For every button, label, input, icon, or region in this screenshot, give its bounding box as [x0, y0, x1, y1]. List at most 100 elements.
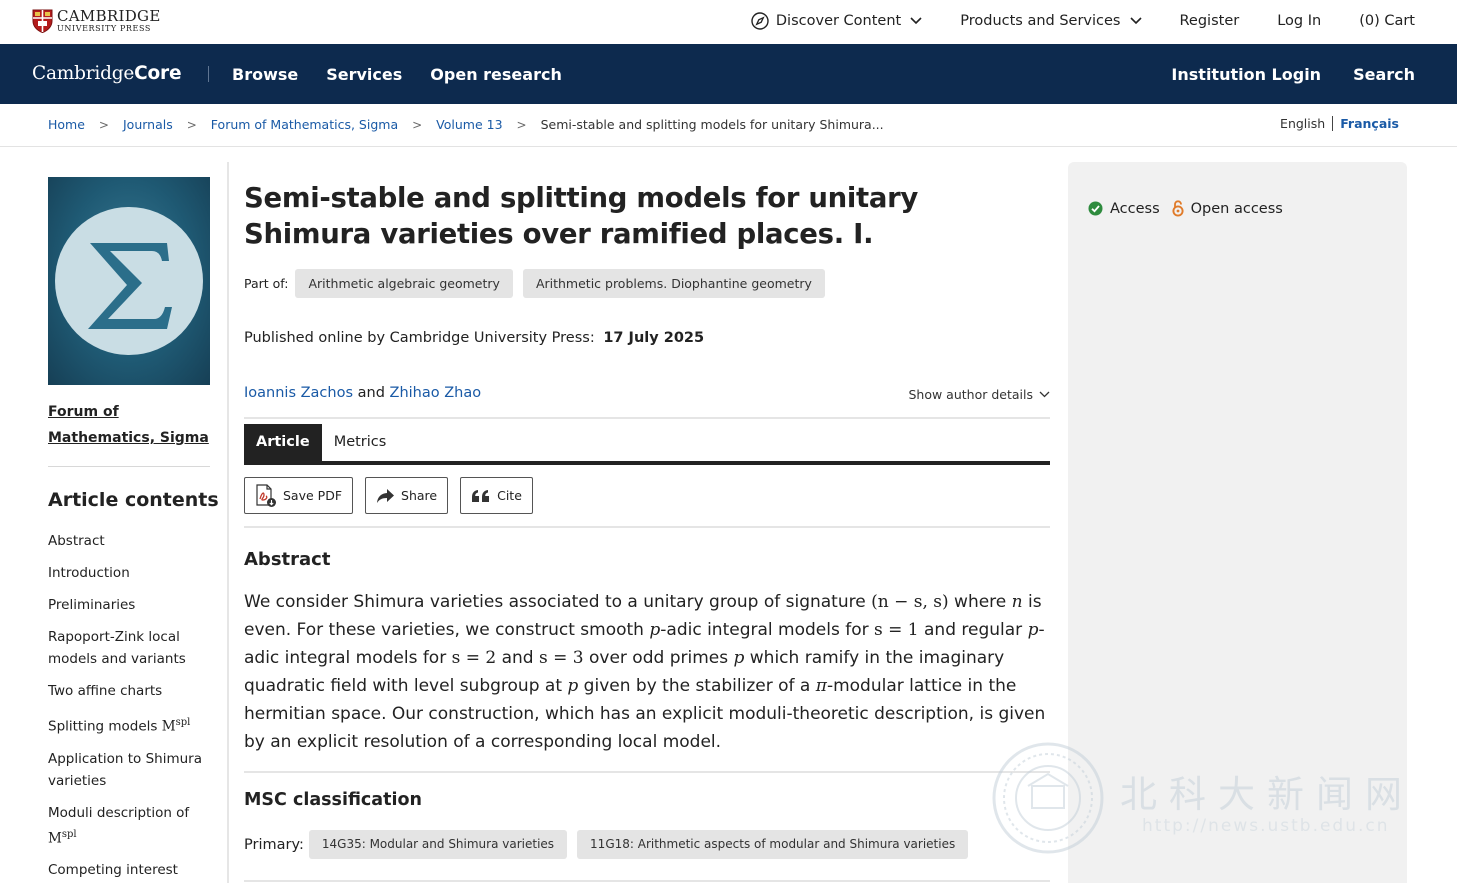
abstract-text: We consider Shimura varieties associated… [244, 588, 1050, 756]
core-logo-part1: Cambridge [32, 63, 135, 84]
contents-item-abstract[interactable]: Abstract [48, 530, 213, 552]
tab-article[interactable]: Article [244, 424, 322, 461]
published-online: Published online by Cambridge University… [244, 330, 704, 346]
author-link[interactable]: Ioannis Zachos [244, 385, 353, 401]
discover-content-menu[interactable]: Discover Content [751, 12, 922, 30]
share-button[interactable]: Share [365, 477, 449, 514]
contents-item-competing-interest[interactable]: Competing interest [48, 859, 213, 881]
cambridge-university-press-logo[interactable]: CAMBRIDGE UNIVERSITY PRESS [32, 9, 161, 33]
core-logo-part2: Core [134, 63, 182, 84]
breadcrumb: Home > Journals > Forum of Mathematics, … [48, 117, 884, 132]
math-symbol: M [161, 718, 176, 735]
contents-item-preliminaries[interactable]: Preliminaries [48, 594, 213, 616]
cambridge-core-logo[interactable]: CambridgeCore [32, 63, 182, 84]
abstract-fragment: and regular [918, 620, 1028, 640]
contents-item-text: Moduli description of [48, 804, 190, 821]
check-circle-icon [1088, 201, 1103, 216]
contents-item-application[interactable]: Application to Shimura varieties [48, 748, 213, 792]
language-english[interactable]: English [1280, 116, 1334, 131]
article-contents-title: Article contents [48, 489, 219, 511]
abstract-fragment: given by the stabilizer of a [578, 676, 816, 696]
part-of-row: Part of: Arithmetic algebraic geometry A… [244, 269, 825, 298]
breadcrumb-journals[interactable]: Journals [123, 117, 173, 132]
breadcrumb-volume[interactable]: Volume 13 [436, 117, 502, 132]
services-menu[interactable]: Services [326, 65, 402, 84]
math-inline: p [1027, 620, 1039, 640]
author-link[interactable]: Zhihao Zhao [390, 385, 482, 401]
cite-button[interactable]: Cite [460, 477, 533, 514]
journal-name-link[interactable]: Forum of Mathematics, Sigma [48, 399, 210, 451]
contents-item-moduli-description[interactable]: Moduli description of Mspl [48, 802, 213, 850]
breadcrumb-separator: > [516, 117, 527, 132]
show-author-details-toggle[interactable]: Show author details [908, 387, 1050, 402]
msc-chip[interactable]: 14G35: Modular and Shimura varieties [308, 830, 568, 859]
contents-item-splitting-models[interactable]: Splitting models Mspl [48, 712, 213, 738]
math-inline: s = 1 [874, 620, 919, 640]
math-inline: s = 2 [451, 648, 497, 668]
breadcrumb-bar: Home > Journals > Forum of Mathematics, … [0, 104, 1457, 147]
math-inline: p [733, 648, 745, 668]
breadcrumb-journal[interactable]: Forum of Mathematics, Sigma [211, 117, 398, 132]
open-research-menu[interactable]: Open research [430, 65, 562, 84]
cart-link[interactable]: (0) Cart [1359, 13, 1415, 29]
core-right-nav: Institution Login Search [1139, 44, 1415, 104]
chevron-down-icon [1039, 391, 1050, 398]
article-tabs: Article Metrics [244, 424, 1050, 465]
article-actions: Save PDF Share Cite [244, 477, 545, 514]
article-contents-list: Abstract Introduction Preliminaries Rapo… [48, 530, 213, 883]
access-row: Access Open access [1088, 200, 1283, 217]
journal-cover[interactable] [48, 177, 210, 385]
abstract-fragment: where [948, 592, 1012, 612]
math-inline: (n − s, s) [871, 592, 949, 612]
abstract-fragment: and [496, 648, 539, 668]
abstract-fragment: We consider Shimura varieties associated… [244, 592, 872, 612]
breadcrumb-current: Semi-stable and splitting models for uni… [540, 117, 884, 132]
msc-heading: MSC classification [244, 790, 422, 810]
divider [244, 771, 1050, 773]
abstract-heading: Abstract [244, 549, 331, 570]
show-author-details-label: Show author details [908, 387, 1033, 402]
pdf-icon [256, 483, 276, 507]
utility-bar: CAMBRIDGE UNIVERSITY PRESS Discover Cont… [0, 0, 1457, 44]
search-link[interactable]: Search [1353, 65, 1415, 84]
cite-label: Cite [497, 488, 522, 503]
math-inline: p [649, 620, 661, 640]
tab-metrics[interactable]: Metrics [322, 424, 399, 461]
published-date: 17 July 2025 [603, 330, 705, 346]
open-access-lock-icon [1172, 200, 1184, 217]
math-symbol: M [48, 830, 62, 846]
msc-primary-label: Primary: [244, 836, 304, 853]
products-and-services-menu[interactable]: Products and Services [960, 13, 1142, 29]
browse-menu[interactable]: Browse [232, 65, 298, 84]
cup-logo-line1: CAMBRIDGE [57, 7, 161, 25]
math-inline: p [567, 676, 579, 696]
part-of-label: Part of: [244, 276, 289, 291]
contents-item-rapoport-zink[interactable]: Rapoport-Zink local models and variants [48, 626, 213, 670]
contents-item-introduction[interactable]: Introduction [48, 562, 213, 584]
divider [244, 526, 1050, 528]
log-in-link[interactable]: Log In [1277, 13, 1321, 29]
abstract-fragment: -adic integral models for [660, 620, 875, 640]
save-pdf-button[interactable]: Save PDF [244, 477, 354, 514]
abstract-fragment: over odd primes [583, 648, 734, 668]
register-link[interactable]: Register [1180, 13, 1240, 29]
institution-login-link[interactable]: Institution Login [1171, 65, 1321, 84]
chevron-down-icon [910, 17, 922, 25]
sigma-icon [88, 243, 172, 329]
breadcrumb-separator: > [186, 117, 197, 132]
breadcrumb-separator: > [412, 117, 423, 132]
language-switcher: English Français [1280, 116, 1399, 131]
contents-item-affine-charts[interactable]: Two affine charts [48, 680, 213, 702]
breadcrumb-home[interactable]: Home [48, 117, 85, 132]
products-and-services-label: Products and Services [960, 13, 1121, 29]
math-inline: n [1011, 592, 1023, 612]
subject-chip[interactable]: Arithmetic algebraic geometry [295, 269, 513, 298]
language-french[interactable]: Français [1333, 116, 1399, 131]
published-label: Published online by Cambridge University… [244, 330, 595, 346]
subject-chip[interactable]: Arithmetic problems. Diophantine geometr… [522, 269, 825, 298]
msc-chip[interactable]: 11G18: Arithmetic aspects of modular and… [577, 830, 969, 859]
column-divider [227, 162, 229, 883]
contents-item-text: Splitting models [48, 718, 162, 735]
discover-content-label: Discover Content [775, 13, 902, 29]
cup-logo-line2: UNIVERSITY PRESS [57, 24, 152, 33]
